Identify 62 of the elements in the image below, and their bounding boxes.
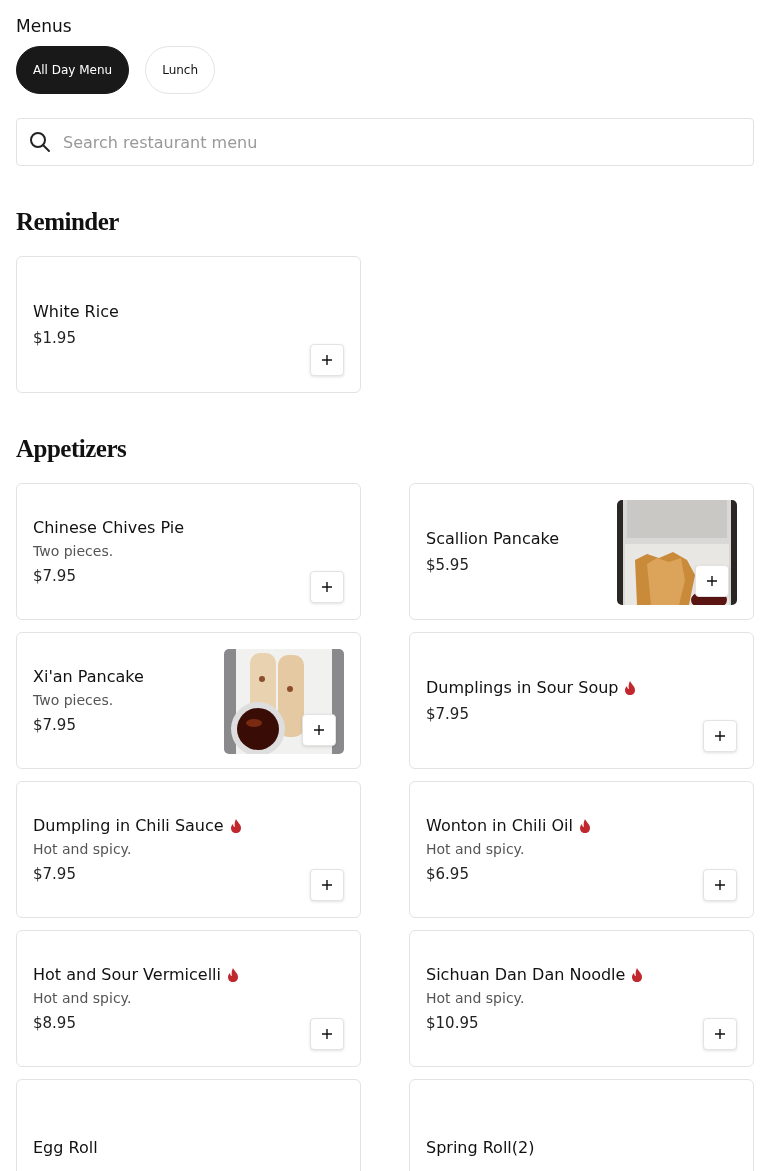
add-button[interactable] <box>703 869 737 901</box>
item-name: Wonton in Chili Oil <box>426 816 573 835</box>
menu-tab[interactable]: Lunch <box>145 46 216 94</box>
item-description: Two pieces. <box>33 692 115 708</box>
item-name: Scallion Pancake <box>426 529 560 548</box>
item-name: Xi'an Pancake <box>33 667 144 686</box>
search-field[interactable]: Search restaurant menu <box>16 118 754 166</box>
menu-item-card[interactable]: Spring Roll(2) <box>409 1079 754 1171</box>
item-name: Egg Roll <box>33 1138 98 1157</box>
search-icon <box>29 131 51 153</box>
item-price: $5.95 <box>426 556 470 574</box>
item-name: White Rice <box>33 302 119 321</box>
add-button[interactable] <box>703 720 737 752</box>
item-name: Chinese Chives Pie <box>33 518 185 537</box>
item-description: Hot and spicy. <box>426 990 526 1006</box>
plus-icon <box>321 581 333 593</box>
menu-item-card[interactable]: Sichuan Dan Dan Noodle Hot and spicy. $10.95 <box>409 930 754 1067</box>
add-button[interactable] <box>310 571 344 603</box>
item-name: Spring Roll(2) <box>426 1138 535 1157</box>
plus-icon <box>714 879 726 891</box>
item-price: $7.95 <box>33 716 77 734</box>
menu-item-card[interactable]: Scallion Pancake $5.95 <box>409 483 754 620</box>
plus-icon <box>321 879 333 891</box>
plus-icon <box>714 730 726 742</box>
item-name: Dumplings in Sour Soup <box>426 678 619 697</box>
add-button[interactable] <box>310 1018 344 1050</box>
menu-tab[interactable]: All Day Menu <box>16 46 130 94</box>
section-heading: Appetizers <box>16 435 128 463</box>
plus-icon <box>321 1028 333 1040</box>
add-button[interactable] <box>703 1018 737 1050</box>
item-price: $1.95 <box>33 329 77 347</box>
item-price: $7.95 <box>33 865 77 883</box>
item-price: $10.95 <box>426 1014 480 1032</box>
menu-item-card[interactable]: Egg Roll <box>16 1079 361 1171</box>
item-name: Dumpling in Chili Sauce <box>33 816 224 835</box>
item-description: Hot and spicy. <box>33 990 133 1006</box>
item-description: Hot and spicy. <box>33 841 133 857</box>
plus-icon <box>706 575 718 587</box>
add-button[interactable] <box>310 869 344 901</box>
section-heading: Reminder <box>16 208 120 236</box>
add-button[interactable] <box>695 565 729 597</box>
item-description: Two pieces. <box>33 543 115 559</box>
menu-item-card[interactable]: Wonton in Chili Oil Hot and spicy. $6.95 <box>409 781 754 918</box>
menu-item-card[interactable]: Chinese Chives Pie Two pieces. $7.95 <box>16 483 361 620</box>
item-name: Sichuan Dan Dan Noodle <box>426 965 626 984</box>
add-button[interactable] <box>310 344 344 376</box>
menu-item-card[interactable]: Dumplings in Sour Soup $7.95 <box>409 632 754 769</box>
menu-item-card[interactable]: Xi'an Pancake Two pieces. $7.95 <box>16 632 361 769</box>
item-price: $8.95 <box>33 1014 77 1032</box>
item-name: Hot and Sour Vermicelli <box>33 965 221 984</box>
menu-item-card[interactable]: Hot and Sour Vermicelli Hot and spicy. $8.95 <box>16 930 361 1067</box>
item-price: $7.95 <box>33 567 77 585</box>
menus-heading: Menus <box>16 16 73 36</box>
plus-icon <box>321 354 333 366</box>
add-button[interactable] <box>302 714 336 746</box>
item-price: $6.95 <box>426 865 470 883</box>
plus-icon <box>714 1028 726 1040</box>
plus-icon <box>313 724 325 736</box>
menu-item-card[interactable]: Dumpling in Chili Sauce Hot and spicy. $7.95 <box>16 781 361 918</box>
item-description: Hot and spicy. <box>426 841 526 857</box>
menu-item-card[interactable]: White Rice $1.95 <box>16 256 361 393</box>
item-price: $7.95 <box>426 705 470 723</box>
